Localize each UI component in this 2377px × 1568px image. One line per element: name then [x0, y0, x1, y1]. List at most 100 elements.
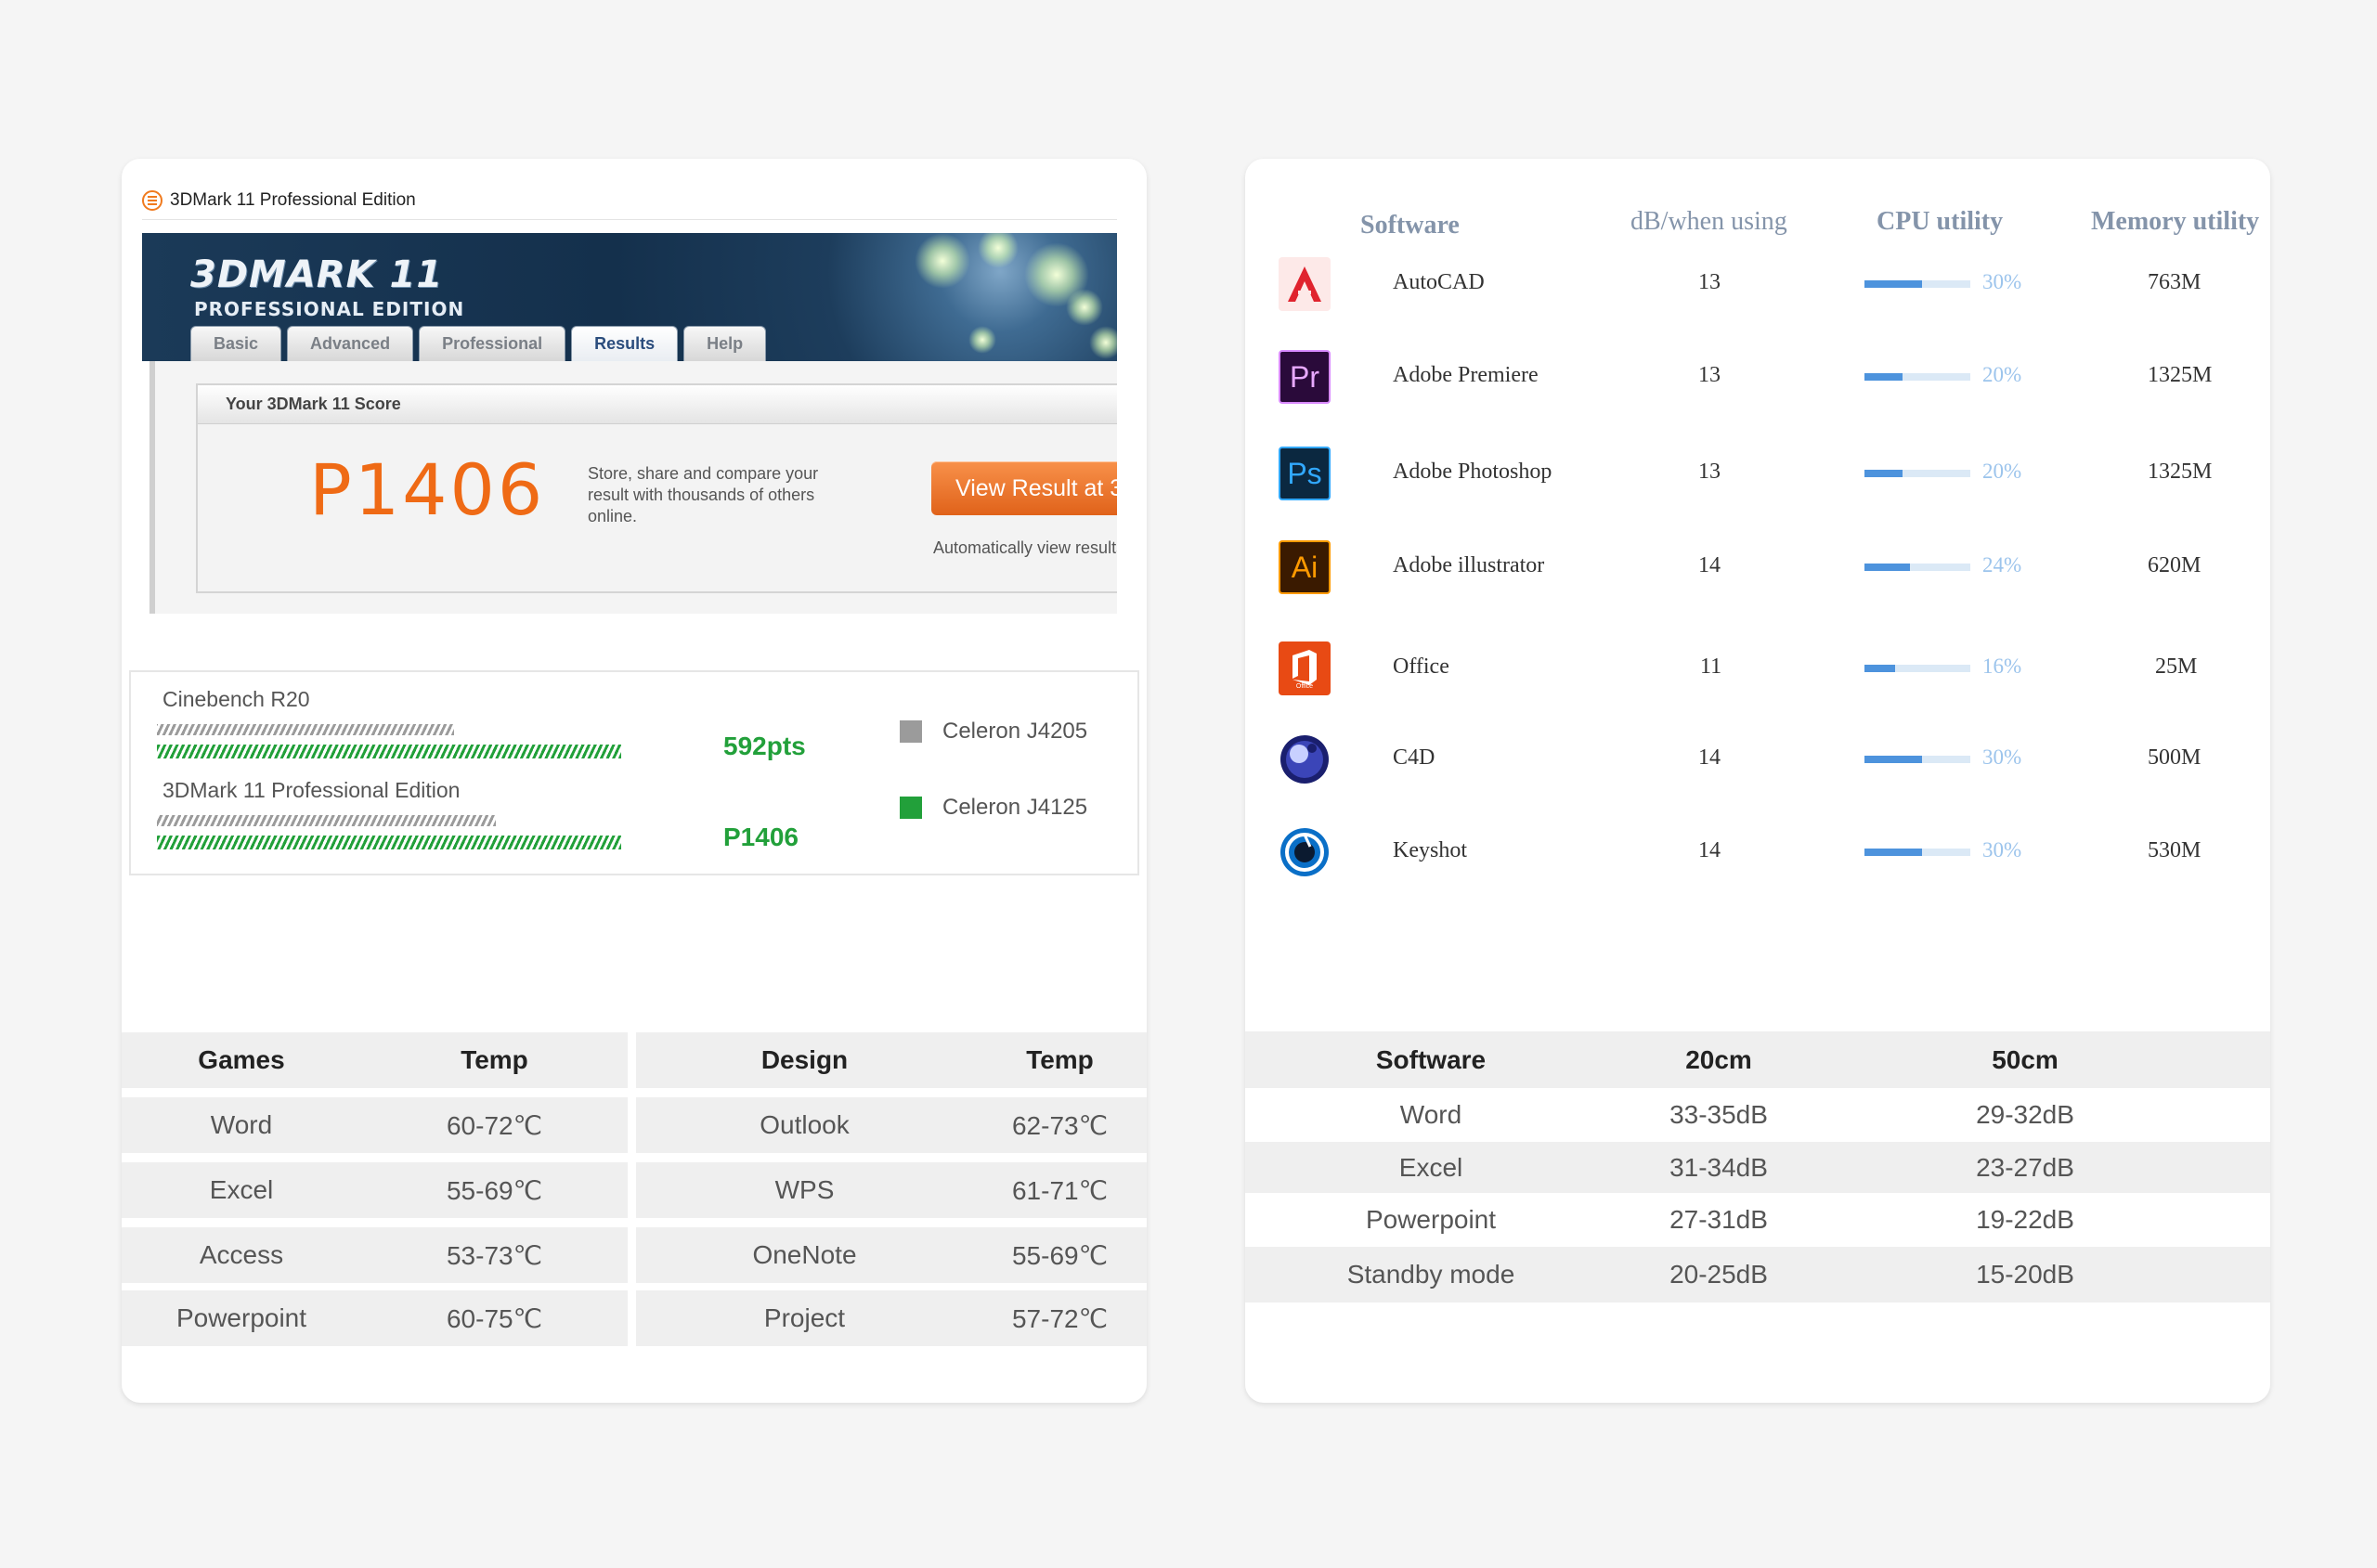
software-name: Adobe illustrator [1393, 553, 1545, 577]
table-cell: OneNote [752, 1240, 857, 1269]
header-cpu: CPU utility [1877, 207, 2004, 236]
results-body: Your 3DMark 11 Score P1406 Store, share … [149, 361, 1117, 614]
3dmark-banner: 3DMARK 11 PROFESSIONAL EDITION Basic Adv… [142, 233, 1117, 361]
table-cell: WPS [774, 1175, 835, 1204]
cpu-bar [1864, 280, 1970, 288]
header-games: Games [198, 1045, 285, 1074]
header-memory: Memory utility [2091, 207, 2260, 236]
db-value: 13 [1698, 363, 1721, 387]
tab-help[interactable]: Help [683, 326, 767, 361]
bar-celeron-j4205 [157, 815, 496, 826]
autocad-icon [1279, 257, 1331, 311]
memory-value: 500M [2148, 745, 2202, 770]
table-cell: Outlook [760, 1110, 850, 1139]
legend-swatch-green [900, 797, 922, 819]
cpu-bar [1864, 756, 1970, 763]
cpu-percent: 30% [1982, 270, 2022, 293]
cpu-percent: 24% [1982, 553, 2022, 577]
performance-card: 3DMark 11 Professional Edition 3DMARK 11… [122, 159, 1147, 1403]
table-cell: 29-32dB [1976, 1100, 2074, 1129]
memory-value: 620M [2148, 553, 2202, 577]
table-cell: Excel [1398, 1152, 1463, 1182]
benchmark-score: 592pts [723, 732, 806, 760]
tab-results[interactable]: Results [571, 326, 679, 361]
table-cell: 61-71℃ [1011, 1175, 1109, 1205]
cpu-percent: 20% [1982, 460, 2022, 483]
bar-celeron-j4125 [157, 745, 621, 758]
table-cell: 57-72℃ [1011, 1303, 1109, 1333]
header-temp: Temp [461, 1045, 528, 1074]
header-20cm: 20cm [1685, 1044, 1752, 1074]
tab-basic[interactable]: Basic [190, 326, 282, 361]
software-name: Keyshot [1393, 838, 1467, 862]
table-row: Excel 31-34dB 23-27dB [1245, 1142, 2270, 1193]
table-cell: 19-22dB [1976, 1205, 2074, 1234]
software-card: Software dB/when using CPU utility Memor… [1245, 159, 2270, 1403]
db-value: 11 [1700, 654, 1722, 679]
table-cell: 15-20dB [1976, 1260, 2074, 1289]
3dmark-app-icon [142, 189, 162, 211]
legend-label: Celeron J4205 [942, 719, 1088, 744]
software-row: Pr Adobe Premiere 13 20% 1325M [1245, 350, 2270, 409]
noise-table: Software 20cm 50cm Word 33-35dB 29-32dB … [1245, 1031, 2270, 1302]
header-software: Software [1360, 211, 1460, 240]
tab-professional[interactable]: Professional [419, 326, 566, 361]
memory-value: 530M [2148, 838, 2202, 862]
bar-celeron-j4125 [157, 836, 621, 849]
table-row: Word 60-72℃ Outlook 62-73℃ [122, 1097, 1147, 1153]
illustrator-icon: Ai [1279, 540, 1331, 594]
header-temp: Temp [1026, 1045, 1094, 1074]
memory-value: 763M [2148, 270, 2202, 294]
db-value: 14 [1698, 838, 1721, 862]
software-name: Office [1393, 654, 1449, 679]
table-row: Powerpoint 60-75℃ Project 57-72℃ [122, 1290, 1147, 1346]
table-cell: 27-31dB [1669, 1205, 1768, 1234]
table-cell: 62-73℃ [1011, 1110, 1109, 1140]
cpu-bar [1864, 849, 1970, 856]
software-name: Adobe Photoshop [1393, 460, 1552, 484]
auto-view-note: Automatically view results at 3DMark.com [933, 538, 1117, 557]
table-cell: 55-69℃ [1011, 1240, 1109, 1270]
db-value: 14 [1698, 745, 1721, 770]
window-titlebar: 3DMark 11 Professional Edition [142, 181, 1117, 220]
score-panel: Your 3DMark 11 Score P1406 Store, share … [196, 383, 1117, 593]
memory-value: 25M [2155, 654, 2198, 679]
table-row: Powerpoint 27-31dB 19-22dB [1245, 1193, 2270, 1247]
db-value: 13 [1698, 270, 1721, 294]
table-cell: Word [1399, 1100, 1462, 1129]
table-cell: 60-72℃ [446, 1110, 543, 1140]
table-cell: 33-35dB [1669, 1100, 1768, 1129]
table-cell: 55-69℃ [446, 1175, 543, 1205]
header-software: Software [1375, 1044, 1487, 1074]
window-title: 3DMark 11 Professional Edition [170, 189, 416, 210]
keyshot-icon [1279, 825, 1331, 879]
memory-value: 1325M [2148, 460, 2213, 484]
view-result-button[interactable]: View Result at 3DMark.com [931, 461, 1117, 515]
cpu-percent: 30% [1982, 838, 2022, 862]
cpu-bar [1864, 564, 1970, 571]
table-cell: Word [210, 1110, 273, 1139]
table-row: Excel 55-69℃ WPS 61-71℃ [122, 1162, 1147, 1218]
software-row: Keyshot 14 30% 530M [1245, 825, 2270, 885]
software-row: AutoCAD 13 30% 763M [1245, 257, 2270, 317]
3dmark-logo: 3DMARK 11 [190, 253, 444, 296]
db-value: 13 [1698, 460, 1721, 484]
c4d-icon [1279, 732, 1331, 786]
legend-label: Celeron J4125 [942, 795, 1088, 820]
table-row: Access 53-73℃ OneNote 55-69℃ [122, 1227, 1147, 1283]
table-row: Standby mode 20-25dB 15-20dB [1245, 1247, 2270, 1302]
tab-bar: Basic Advanced Professional Results Help [190, 326, 767, 361]
score-description: Store, share and compare your result wit… [588, 464, 819, 525]
software-row: Office Office 11 16% 25M [1245, 641, 2270, 701]
table-cell: Standby mode [1346, 1260, 1515, 1289]
table-cell: Powerpoint [175, 1303, 307, 1332]
edition-label: PROFESSIONAL EDITION [194, 298, 465, 320]
table-cell: Project [763, 1303, 846, 1332]
software-row: Ps Adobe Photoshop 13 20% 1325M [1245, 447, 2270, 506]
cpu-percent: 20% [1982, 363, 2022, 386]
software-row: Ai Adobe illustrator 14 24% 620M [1245, 540, 2270, 600]
table-cell: Powerpoint [1365, 1205, 1497, 1234]
tab-advanced[interactable]: Advanced [287, 326, 414, 361]
header-design: Design [760, 1045, 849, 1074]
table-cell: 23-27dB [1976, 1152, 2074, 1182]
